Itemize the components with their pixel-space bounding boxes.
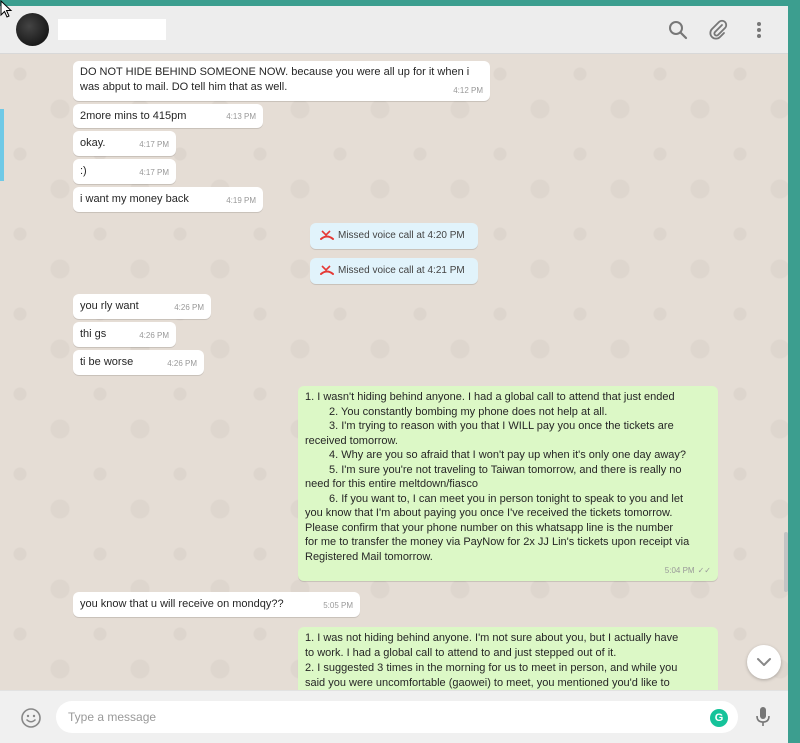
message-incoming[interactable]: okay. 4:17 PM [73, 131, 176, 156]
message-incoming[interactable]: ti be worse 4:26 PM [73, 350, 204, 375]
missed-call-icon [320, 265, 334, 275]
paperclip-icon[interactable] [707, 19, 729, 41]
message-time: 4:13 PM [226, 112, 256, 121]
message-text: 6. If you want to, I can meet you in per… [329, 492, 684, 505]
missed-call-notice: Missed voice call at 4:21 PM [310, 258, 478, 284]
message-text: DO NOT HIDE BEHIND SOMEONE NOW. because … [80, 66, 470, 93]
mouse-cursor-icon [0, 0, 13, 18]
message-time: 5:04 PM ✓✓ [664, 565, 711, 575]
message-text: 1. I was not hiding behind anyone. I'm n… [305, 632, 679, 644]
message-incoming[interactable]: :) 4:17 PM [73, 159, 176, 184]
message-time: 4:26 PM [139, 331, 169, 340]
emoji-icon[interactable] [20, 707, 42, 729]
message-text: 2. I suggested 3 times in the morning fo… [305, 662, 678, 674]
message-input[interactable] [56, 701, 738, 733]
grammarly-icon[interactable]: G [710, 709, 728, 727]
message-time: 4:26 PM [167, 359, 197, 368]
message-time: 5:05 PM [323, 601, 353, 610]
message-text: Please confirm that your phone number on… [305, 521, 674, 534]
message-text: received tomorrow. [305, 434, 398, 447]
message-incoming[interactable]: i want my money back 4:19 PM [73, 187, 263, 212]
missed-call-notice: Missed voice call at 4:20 PM [310, 223, 478, 249]
message-list[interactable]: DO NOT HIDE BEHIND SOMEONE NOW. because … [0, 54, 788, 690]
message-time: 4:17 PM [139, 168, 169, 177]
menu-icon[interactable] [748, 19, 770, 41]
message-text: 5. I'm sure you're not traveling to Taiw… [329, 463, 682, 476]
scrollbar[interactable] [784, 532, 788, 592]
message-incoming[interactable]: 2more mins to 415pm 4:13 PM [73, 104, 263, 128]
message-text: 3. I'm trying to reason with you that I … [329, 420, 674, 432]
message-time: 4:19 PM [226, 196, 256, 205]
compose-bar: G [0, 690, 788, 743]
message-incoming[interactable]: DO NOT HIDE BEHIND SOMEONE NOW. because … [73, 61, 490, 101]
message-outgoing[interactable]: 1. I was not hiding behind anyone. I'm n… [298, 627, 718, 690]
message-text: to work. I had a global call to attend t… [305, 647, 617, 659]
contact-name-redacted[interactable] [58, 19, 166, 40]
search-icon[interactable] [667, 19, 689, 41]
message-incoming[interactable]: you know that u will receive on mondqy??… [73, 592, 360, 617]
message-text: you know that I'm about paying you once … [305, 507, 673, 519]
message-time: 4:26 PM [174, 303, 204, 312]
message-time: 4:17 PM [139, 140, 169, 149]
double-check-icon: ✓✓ [697, 565, 711, 575]
message-text: need for this entire meltdown/fiasco [305, 478, 479, 490]
scroll-down-button[interactable] [747, 645, 781, 679]
missed-call-text: Missed voice call at 4:21 PM [338, 265, 465, 276]
whatsapp-window: DO NOT HIDE BEHIND SOMEONE NOW. because … [0, 6, 788, 743]
message-text: 2. You constantly bombing my phone does … [329, 405, 608, 418]
avatar[interactable] [16, 13, 49, 46]
message-text: Registered Mail tomorrow. [305, 550, 433, 563]
sidebar-edge [0, 109, 4, 181]
microphone-icon[interactable] [754, 705, 772, 729]
message-text: said you were uncomfortable (gaowei) to … [305, 677, 670, 689]
missed-call-icon [320, 230, 334, 240]
chevron-down-icon [757, 658, 771, 666]
chat-header [0, 6, 788, 54]
message-text: 4. Why are you so afraid that I won't pa… [329, 449, 687, 461]
message-incoming[interactable]: thi gs 4:26 PM [73, 322, 176, 347]
message-incoming[interactable]: you rly want 4:26 PM [73, 294, 211, 319]
message-time: 4:12 PM [453, 86, 483, 95]
message-text: you know that u will receive on mondqy?? [80, 598, 284, 610]
message-text: 1. I wasn't hiding behind anyone. I had … [305, 391, 675, 403]
message-text: for me to transfer the money via PayNow … [305, 536, 690, 548]
message-outgoing[interactable]: 1. I wasn't hiding behind anyone. I had … [298, 386, 718, 581]
missed-call-text: Missed voice call at 4:20 PM [338, 230, 465, 241]
